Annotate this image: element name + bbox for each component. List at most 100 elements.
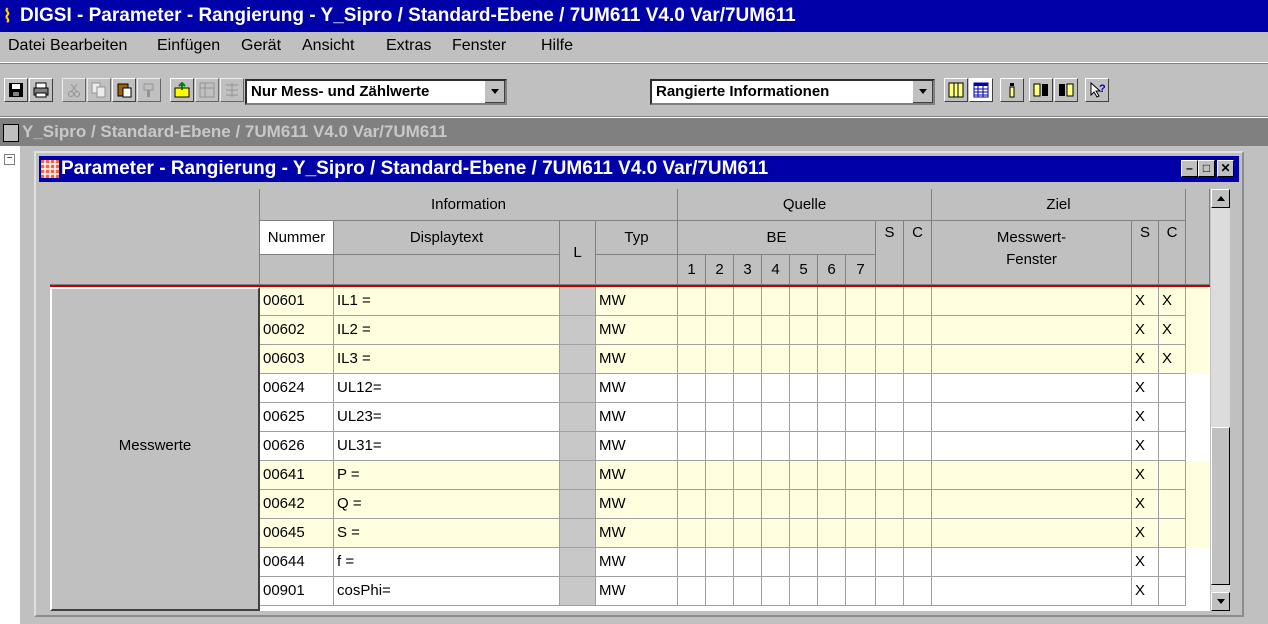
matrix-cell[interactable]: [932, 403, 1132, 432]
scroll-thumb[interactable]: [1211, 427, 1230, 585]
table-row[interactable]: 00602 IL2 = MW X X: [260, 316, 1210, 345]
matrix-cell[interactable]: [678, 519, 706, 548]
table-row[interactable]: 00624 UL12= MW X: [260, 374, 1210, 403]
menu-bearbeiten[interactable]: Bearbeiten: [50, 37, 127, 55]
matrix-cell[interactable]: [678, 374, 706, 403]
matrix-cell[interactable]: [678, 287, 706, 316]
matrix-cell[interactable]: [560, 461, 596, 490]
maximize-button[interactable]: □: [1198, 160, 1215, 177]
matrix-cell[interactable]: [876, 403, 904, 432]
matrix-cell[interactable]: [560, 432, 596, 461]
matrix-cell[interactable]: [818, 577, 846, 606]
cell-text[interactable]: Q =: [334, 490, 560, 519]
vertical-scrollbar[interactable]: [1211, 189, 1230, 611]
cell-nummer[interactable]: 00602: [260, 316, 334, 345]
cell-text[interactable]: f =: [334, 548, 560, 577]
matrix-cell[interactable]: [904, 403, 932, 432]
matrix-cell[interactable]: [846, 403, 876, 432]
be-column-1[interactable]: 1: [678, 255, 706, 285]
matrix-cell[interactable]: [818, 461, 846, 490]
minimize-button[interactable]: –: [1181, 160, 1198, 177]
menu-ansicht[interactable]: Ansicht: [302, 37, 354, 55]
group-header-messwerte[interactable]: Messwerte: [50, 287, 260, 611]
matrix-cell[interactable]: [876, 519, 904, 548]
cell-c[interactable]: X: [1159, 345, 1186, 374]
cell-nummer[interactable]: 00901: [260, 577, 334, 606]
table-row[interactable]: 00901 cosPhi= MW X: [260, 577, 1210, 606]
cell-nummer[interactable]: 00601: [260, 287, 334, 316]
table-row[interactable]: 00644 f = MW X: [260, 548, 1210, 577]
ziel-c-header[interactable]: C: [1159, 221, 1186, 285]
matrix-cell[interactable]: [876, 577, 904, 606]
cell-text[interactable]: UL12=: [334, 374, 560, 403]
matrix-cell[interactable]: [790, 374, 818, 403]
matrix-cell[interactable]: [846, 577, 876, 606]
scroll-down-button[interactable]: [1211, 592, 1230, 611]
matrix-cell[interactable]: [790, 403, 818, 432]
matrix-cell[interactable]: [904, 461, 932, 490]
cell-nummer[interactable]: 00603: [260, 345, 334, 374]
matrix-cell[interactable]: [818, 345, 846, 374]
matrix-cell[interactable]: [846, 461, 876, 490]
cell-c[interactable]: [1159, 490, 1186, 519]
cell-c[interactable]: [1159, 374, 1186, 403]
matrix-cell[interactable]: [734, 490, 762, 519]
matrix-cell[interactable]: [734, 403, 762, 432]
matrix-cell[interactable]: [932, 374, 1132, 403]
typ-header[interactable]: Typ: [596, 221, 678, 255]
cell-text[interactable]: IL1 =: [334, 287, 560, 316]
cell-typ[interactable]: MW: [596, 374, 678, 403]
table-row[interactable]: 00625 UL23= MW X: [260, 403, 1210, 432]
matrix-cell[interactable]: [678, 490, 706, 519]
matrix-cell[interactable]: [762, 548, 790, 577]
matrix-cell[interactable]: [846, 432, 876, 461]
matrix-cell[interactable]: [678, 461, 706, 490]
matrix-cell[interactable]: [876, 316, 904, 345]
matrix-cell[interactable]: [734, 461, 762, 490]
matrix-cell[interactable]: [678, 577, 706, 606]
matrix-cell[interactable]: [790, 519, 818, 548]
filter-select-arrow[interactable]: [484, 81, 505, 103]
insert-icon[interactable]: [170, 78, 194, 102]
menu-einfuegen[interactable]: Einfügen: [157, 37, 220, 55]
be-header[interactable]: BE: [678, 221, 876, 255]
matrix-cell[interactable]: [560, 577, 596, 606]
matrix-cell[interactable]: [790, 316, 818, 345]
cell-nummer[interactable]: 00642: [260, 490, 334, 519]
matrix-cell[interactable]: [678, 345, 706, 374]
cell-s[interactable]: X: [1132, 461, 1159, 490]
matrix-cell[interactable]: [904, 287, 932, 316]
info-icon[interactable]: [1000, 78, 1024, 102]
matrix-cell[interactable]: [790, 287, 818, 316]
help-icon[interactable]: ?: [1085, 78, 1109, 102]
matrix-cell[interactable]: [846, 519, 876, 548]
save-icon[interactable]: [4, 78, 28, 102]
cell-typ[interactable]: MW: [596, 345, 678, 374]
matrix-cell[interactable]: [790, 490, 818, 519]
matrix-cell[interactable]: [560, 548, 596, 577]
pivot-icon[interactable]: [195, 78, 219, 102]
matrix-cell[interactable]: [818, 490, 846, 519]
table-icon[interactable]: [969, 78, 993, 102]
cell-typ[interactable]: MW: [596, 548, 678, 577]
cut-icon[interactable]: [62, 78, 86, 102]
l-header[interactable]: L: [560, 221, 596, 285]
quelle-s-header[interactable]: S: [876, 221, 904, 285]
cell-s[interactable]: X: [1132, 577, 1159, 606]
matrix-cell[interactable]: [706, 548, 734, 577]
matrix-cell[interactable]: [904, 577, 932, 606]
matrix-cell[interactable]: [706, 316, 734, 345]
matrix-cell[interactable]: [762, 577, 790, 606]
matrix-cell[interactable]: [932, 287, 1132, 316]
matrix-cell[interactable]: [790, 548, 818, 577]
matrix-cell[interactable]: [706, 577, 734, 606]
matrix-cell[interactable]: [876, 461, 904, 490]
matrix-cell[interactable]: [876, 287, 904, 316]
matrix-cell[interactable]: [904, 345, 932, 374]
matrix-cell[interactable]: [790, 432, 818, 461]
be-column-4[interactable]: 4: [762, 255, 790, 285]
matrix-cell[interactable]: [762, 519, 790, 548]
matrix-cell[interactable]: [846, 548, 876, 577]
cell-c[interactable]: [1159, 461, 1186, 490]
matrix-cell[interactable]: [818, 316, 846, 345]
